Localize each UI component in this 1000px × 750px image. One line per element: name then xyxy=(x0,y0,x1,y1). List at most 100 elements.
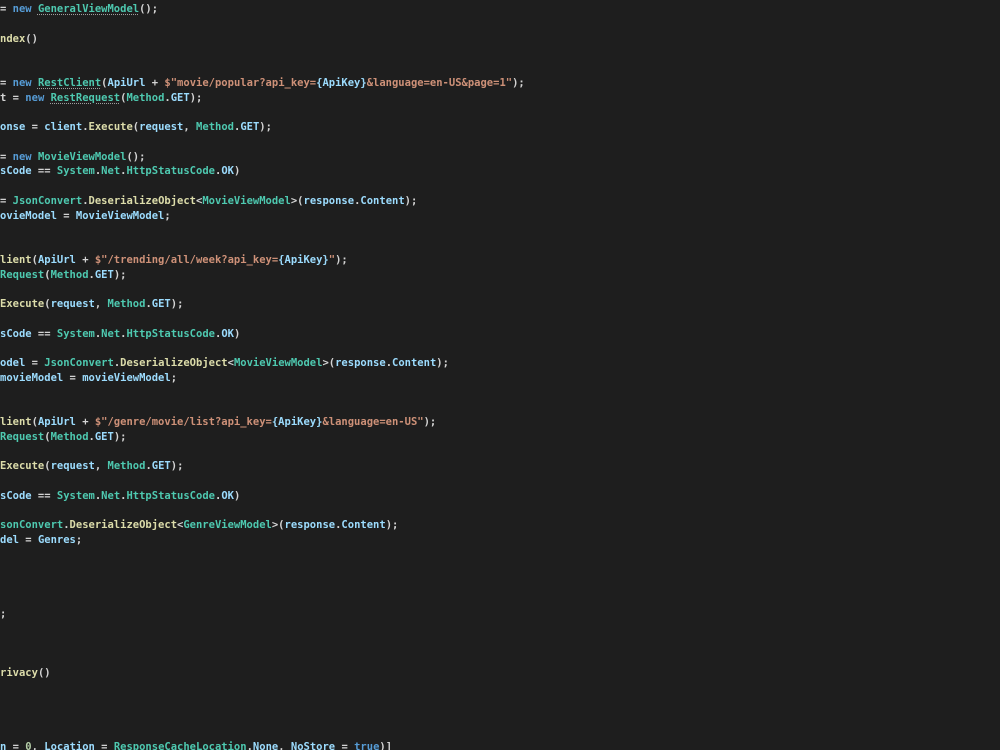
code-token: GET xyxy=(240,121,260,133)
code-token: new xyxy=(12,150,38,163)
code-line[interactable]: ovieModel = MovieViewModel; xyxy=(0,209,171,223)
code-token: Request xyxy=(0,268,45,281)
code-line[interactable]: = new RestClient(ApiUrl + $"movie/popula… xyxy=(0,76,525,90)
code-token: Execute xyxy=(0,460,45,473)
code-token: MovieViewModel xyxy=(202,194,291,207)
code-line[interactable]: Execute(request, Method.GET); xyxy=(0,297,183,311)
code-token: ); xyxy=(404,194,418,207)
code-token: = xyxy=(0,3,13,15)
code-token: GET xyxy=(151,460,171,473)
code-line[interactable]: lient(ApiUrl + $"/genre/movie/list?api_k… xyxy=(0,415,436,429)
code-token: HttpStatusCode xyxy=(126,489,215,502)
code-token: Request xyxy=(0,430,45,443)
code-line[interactable]: rivacy() xyxy=(0,666,51,680)
code-token: ); xyxy=(170,298,184,310)
code-token: )] xyxy=(379,740,393,750)
code-token: sCode xyxy=(0,327,32,340)
code-token: = xyxy=(56,209,76,222)
code-token: = xyxy=(94,740,114,750)
code-token: == xyxy=(31,165,57,178)
code-token: GenreViewModel xyxy=(183,519,272,532)
code-token: ; xyxy=(75,534,83,546)
code-line[interactable]: Request(Method.GET); xyxy=(0,430,126,444)
code-token: Method xyxy=(196,121,234,133)
code-token: new xyxy=(12,3,38,15)
code-token: = xyxy=(0,194,13,207)
code-token: OK xyxy=(221,489,234,502)
code-line[interactable]: sCode == System.Net.HttpStatusCode.OK) xyxy=(0,327,240,341)
code-token: DeserializeObject xyxy=(69,519,178,532)
code-token: Net xyxy=(101,327,121,340)
code-token: == xyxy=(31,489,57,502)
code-line[interactable]: n = 0, Location = ResponseCacheLocation.… xyxy=(0,740,392,750)
code-token: ApiUrl xyxy=(107,76,146,89)
code-token: ResponseCacheLocation xyxy=(113,740,247,750)
code-line[interactable]: sonConvert.DeserializeObject<GenreViewMo… xyxy=(0,518,398,532)
code-token: >( xyxy=(322,357,336,369)
code-token: HttpStatusCode xyxy=(126,327,215,340)
code-token: ); xyxy=(423,416,437,428)
code-token: lient xyxy=(0,253,32,266)
code-token: ovieModel xyxy=(0,209,57,222)
code-line[interactable]: del = Genres; xyxy=(0,533,82,547)
code-line[interactable]: = JsonConvert.DeserializeObject<MovieVie… xyxy=(0,194,417,208)
code-token: ) xyxy=(233,165,241,178)
code-token: ndex xyxy=(0,32,26,45)
code-token: Method xyxy=(126,91,165,104)
code-token: DeserializeObject xyxy=(120,357,228,369)
code-line[interactable]: lient(ApiUrl + $"/trending/all/week?api_… xyxy=(0,253,348,267)
code-token: GET xyxy=(94,268,114,281)
code-token: + xyxy=(75,253,95,266)
code-token: onse xyxy=(0,121,26,133)
code-token: response xyxy=(284,519,336,532)
code-token: GeneralViewModel xyxy=(37,3,140,15)
code-token: = xyxy=(0,76,13,89)
code-token: HttpStatusCode xyxy=(126,165,215,178)
code-token: ); xyxy=(335,253,348,266)
code-line[interactable]: sCode == System.Net.HttpStatusCode.OK) xyxy=(0,164,240,178)
code-token: ); xyxy=(170,460,184,473)
code-line[interactable]: odel = JsonConvert.DeserializeObject<Mov… xyxy=(0,356,449,370)
code-line[interactable]: sCode == System.Net.HttpStatusCode.OK) xyxy=(0,489,240,503)
code-token: client xyxy=(44,121,83,133)
code-token: Method xyxy=(50,430,89,443)
code-token: $"/trending/all/week?api_key= xyxy=(94,253,279,266)
code-token: request xyxy=(50,298,95,310)
code-token: ); xyxy=(259,121,272,133)
code-token: Location xyxy=(44,740,95,750)
code-token: , xyxy=(94,460,108,473)
code-line[interactable]: t = new RestRequest(Method.GET); xyxy=(0,91,202,105)
code-token: response xyxy=(335,357,386,369)
code-token: &language=en-US&page=1" xyxy=(366,76,513,89)
code-token: t = xyxy=(0,91,26,104)
code-token: + xyxy=(75,416,95,428)
code-token: GET xyxy=(94,430,114,443)
code-token: Execute xyxy=(0,298,45,310)
code-token: rivacy xyxy=(0,666,38,679)
code-token: $"/genre/movie/list?api_key= xyxy=(94,416,272,428)
code-line[interactable]: movieModel = movieViewModel; xyxy=(0,371,177,385)
code-line[interactable]: Request(Method.GET); xyxy=(0,268,126,282)
code-token: Net xyxy=(101,489,121,502)
code-token: MovieViewModel xyxy=(75,209,165,222)
code-token: Method xyxy=(107,298,146,310)
code-editor[interactable]: = new GeneralViewModel(); ndex() = new Res… xyxy=(0,0,1000,750)
code-token: ; xyxy=(0,607,7,620)
code-token: ApiUrl xyxy=(37,253,76,266)
code-token: OK xyxy=(221,327,234,340)
code-token: JsonConvert xyxy=(12,194,83,207)
code-line[interactable]: onse = client.Execute(request, Method.GE… xyxy=(0,120,272,134)
code-line[interactable]: Execute(request, Method.GET); xyxy=(0,459,183,473)
code-token: ); xyxy=(113,430,127,443)
code-line[interactable]: ndex() xyxy=(0,32,38,46)
code-line[interactable]: ; xyxy=(0,607,6,621)
code-token: = xyxy=(0,150,13,163)
code-token: System xyxy=(56,489,95,502)
code-token: , xyxy=(31,740,45,750)
code-line[interactable]: = new GeneralViewModel(); xyxy=(0,2,158,16)
code-line[interactable]: = new MovieViewModel(); xyxy=(0,150,145,164)
code-token: request xyxy=(50,460,95,473)
code-token: sCode xyxy=(0,165,32,178)
code-token: ) xyxy=(233,489,241,502)
code-token: None xyxy=(252,740,279,750)
